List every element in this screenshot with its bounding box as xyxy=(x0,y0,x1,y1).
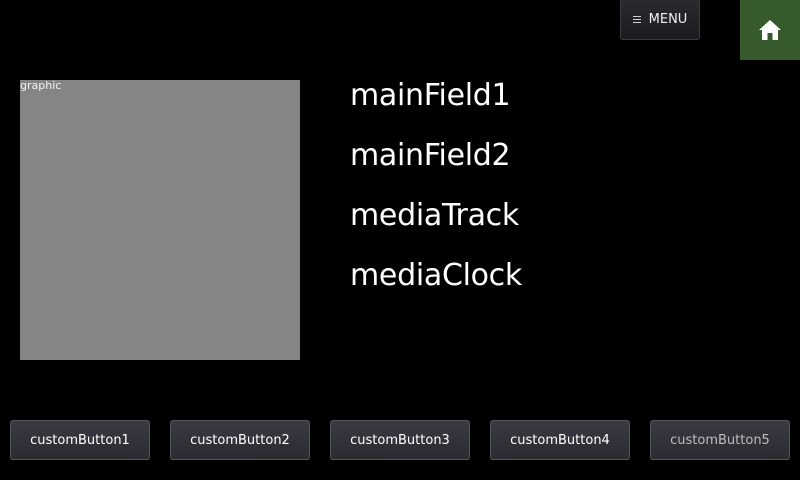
main-field-1: mainField1 xyxy=(350,78,511,113)
media-track: mediaTrack xyxy=(350,198,519,233)
graphic-label: graphic xyxy=(20,79,62,92)
custom-button-4[interactable]: customButton4 xyxy=(490,420,630,460)
menu-list-icon xyxy=(632,16,641,23)
main-field-2: mainField2 xyxy=(350,138,511,173)
custom-button-3[interactable]: customButton3 xyxy=(330,420,470,460)
media-clock: mediaClock xyxy=(350,258,522,293)
custom-button-5[interactable]: customButton5 xyxy=(650,420,790,460)
menu-label: MENU xyxy=(648,12,688,27)
menu-button[interactable]: MENU xyxy=(620,0,700,40)
custom-button-2[interactable]: customButton2 xyxy=(170,420,310,460)
custom-button-1[interactable]: customButton1 xyxy=(10,420,150,460)
home-icon xyxy=(759,20,781,40)
home-button[interactable] xyxy=(740,0,800,60)
graphic-image: graphic xyxy=(20,80,300,360)
